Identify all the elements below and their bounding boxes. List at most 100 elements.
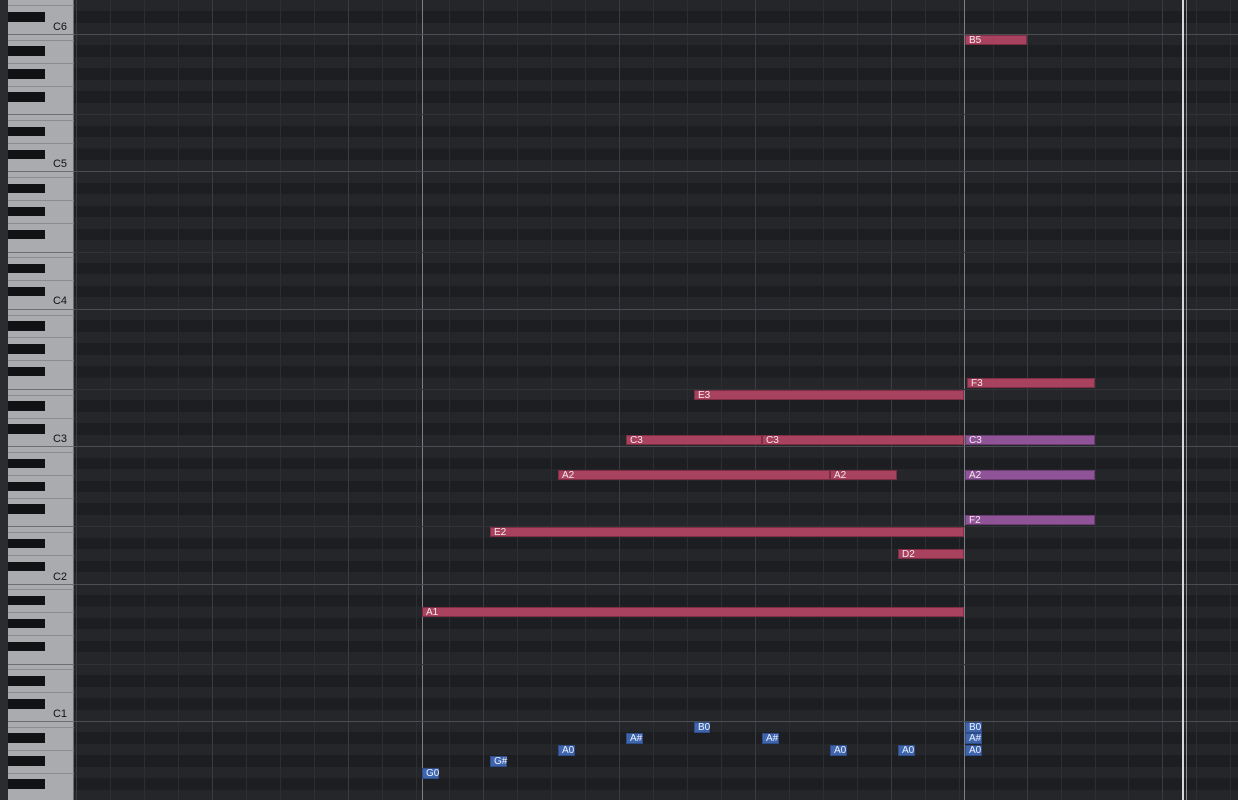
black-key[interactable] — [8, 733, 45, 743]
midi-note[interactable]: F3 — [967, 378, 1095, 389]
beat-line — [76, 0, 77, 800]
midi-note[interactable]: C3 — [762, 435, 964, 446]
white-key-divider — [8, 5, 74, 6]
pitch-row — [74, 686, 1238, 699]
white-key-divider — [8, 750, 74, 751]
midi-note[interactable]: G# — [490, 756, 507, 767]
black-key[interactable] — [8, 538, 45, 549]
black-key[interactable] — [8, 321, 45, 331]
beat-line — [483, 0, 484, 800]
black-key[interactable] — [8, 699, 45, 709]
beat-line — [993, 0, 994, 800]
black-key[interactable] — [8, 69, 45, 79]
midi-note[interactable]: B0 — [965, 722, 982, 733]
pitch-row — [74, 182, 1238, 195]
pitch-row — [74, 217, 1238, 229]
black-key[interactable] — [8, 46, 45, 56]
midi-note[interactable]: A2 — [830, 470, 897, 481]
midi-note[interactable]: G0 — [422, 768, 439, 779]
pitch-row — [74, 789, 1238, 800]
beat-line — [517, 0, 518, 800]
pitch-row — [74, 503, 1238, 515]
midi-note[interactable]: C3 — [965, 435, 1095, 446]
pitch-row — [74, 537, 1238, 550]
midi-note[interactable]: A2 — [558, 470, 830, 481]
white-key-divider — [8, 532, 74, 533]
black-key[interactable] — [8, 641, 45, 652]
black-key[interactable] — [8, 458, 45, 469]
beat-line — [110, 0, 111, 800]
white-key-divider — [8, 86, 74, 87]
octave-label-c3: C3 — [52, 433, 67, 445]
pitch-row — [74, 79, 1238, 92]
black-key[interactable] — [8, 206, 45, 217]
beat-line — [551, 0, 552, 800]
midi-note[interactable]: E2 — [490, 527, 964, 538]
white-key-divider — [8, 114, 74, 115]
pitch-row — [74, 743, 1238, 756]
midi-note[interactable]: A0 — [558, 745, 575, 756]
midi-note[interactable]: A# — [626, 733, 643, 744]
midi-note[interactable]: A0 — [965, 745, 982, 756]
black-key[interactable] — [8, 12, 45, 22]
black-key[interactable] — [8, 596, 45, 606]
black-key[interactable] — [8, 481, 45, 491]
black-key[interactable] — [8, 126, 45, 137]
black-key[interactable] — [8, 618, 45, 629]
beat-line — [1095, 0, 1096, 800]
black-key[interactable] — [8, 229, 45, 240]
white-key-divider — [8, 669, 74, 670]
midi-note[interactable]: A1 — [422, 607, 964, 618]
black-key[interactable] — [8, 756, 45, 766]
black-key[interactable] — [8, 264, 45, 274]
beat-line — [449, 0, 450, 800]
loop-end-marker[interactable] — [1182, 0, 1184, 800]
white-key-divider — [8, 692, 74, 693]
midi-note[interactable]: A# — [965, 733, 982, 744]
bar-line — [964, 0, 965, 800]
pitch-row — [74, 125, 1238, 138]
beat-line — [687, 0, 688, 800]
black-key[interactable] — [8, 183, 45, 194]
white-key-divider — [8, 446, 74, 447]
pitch-row — [74, 263, 1238, 275]
pitch-row — [74, 91, 1238, 103]
black-key[interactable] — [8, 401, 45, 411]
black-key[interactable] — [8, 367, 45, 377]
black-key[interactable] — [8, 424, 45, 434]
pitch-row — [74, 194, 1238, 206]
beat-line — [925, 0, 926, 800]
beat-line — [144, 0, 145, 800]
pitch-row — [74, 617, 1238, 630]
white-key-divider — [8, 475, 74, 476]
black-key[interactable] — [8, 504, 45, 514]
midi-note[interactable]: D2 — [898, 549, 964, 560]
white-key-divider — [8, 120, 74, 121]
black-key[interactable] — [8, 344, 45, 354]
black-key[interactable] — [8, 149, 45, 159]
f-line — [74, 114, 1238, 115]
black-key[interactable] — [8, 676, 45, 686]
note-grid[interactable]: B5 F3 E3 C3 C3 C3 A2 A2 A2 F2 E2 D2 A1 B… — [74, 0, 1238, 800]
black-key[interactable] — [8, 779, 45, 789]
midi-note[interactable]: E3 — [694, 390, 964, 401]
white-key-divider — [8, 773, 74, 774]
midi-note[interactable]: A0 — [898, 745, 915, 756]
pitch-row — [74, 354, 1238, 367]
black-key[interactable] — [8, 286, 45, 297]
midi-note[interactable]: A2 — [965, 470, 1095, 481]
black-key[interactable] — [8, 561, 45, 572]
black-key[interactable] — [8, 92, 45, 102]
white-key-divider — [8, 223, 74, 224]
piano-keyboard[interactable]: C6 C5 C4 C3 C2 C1 — [0, 0, 80, 800]
midi-note[interactable]: F2 — [965, 515, 1095, 526]
midi-note[interactable]: C3 — [626, 435, 762, 446]
midi-note[interactable]: A0 — [830, 745, 847, 756]
midi-note[interactable]: B0 — [694, 722, 710, 733]
midi-note[interactable]: B5 — [965, 35, 1027, 46]
white-key-divider — [8, 498, 74, 499]
midi-note[interactable]: A# — [762, 733, 779, 744]
white-key-divider — [8, 337, 74, 338]
pitch-row — [74, 34, 1238, 46]
beat-line — [212, 0, 213, 800]
